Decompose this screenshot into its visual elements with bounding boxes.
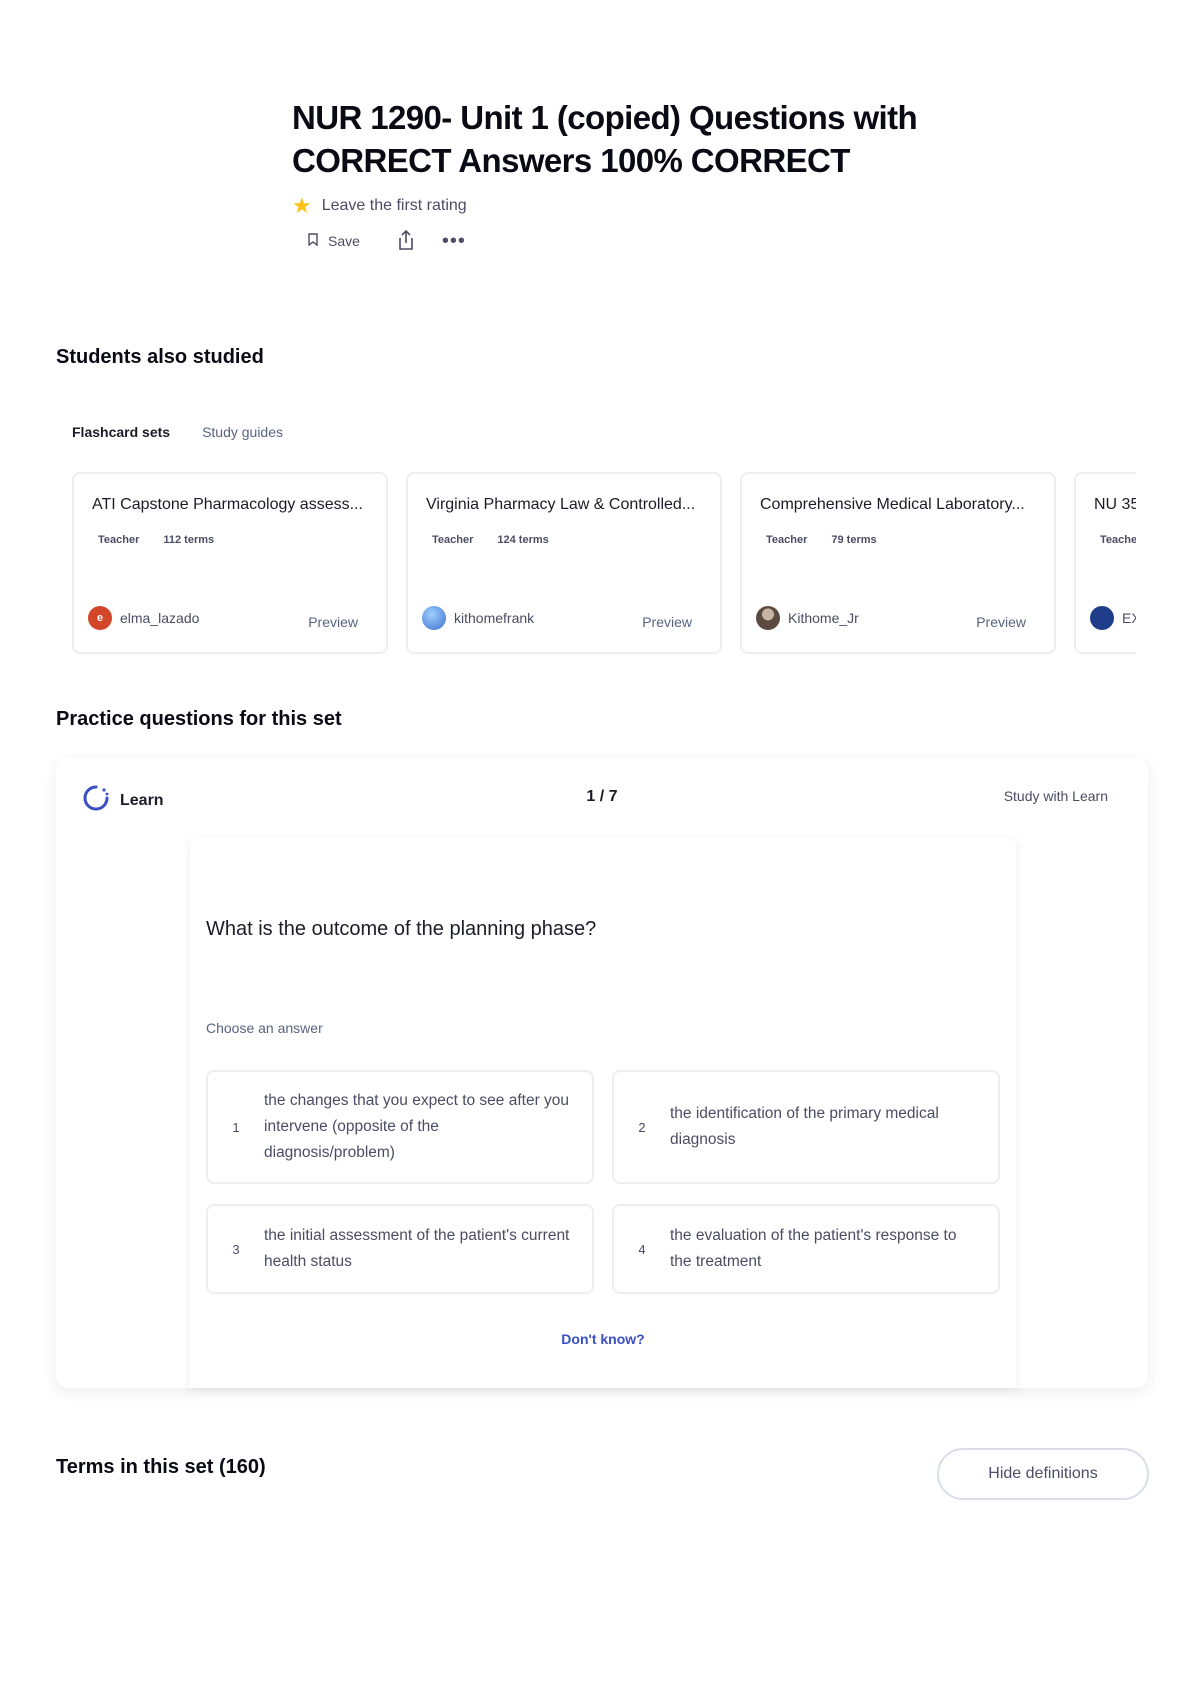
save-button[interactable]: Save	[308, 233, 360, 249]
preview-button[interactable]: Preview	[976, 614, 1026, 630]
preview-button[interactable]: Preview	[642, 614, 692, 630]
avatar	[1090, 606, 1114, 630]
card-author[interactable]: Kithome_Jr	[788, 610, 859, 626]
study-with-learn-link[interactable]: Study with Learn	[1004, 788, 1108, 804]
answer-text: the changes that you expect to see after…	[264, 1092, 570, 1161]
learn-mode-label: Learn	[82, 784, 164, 817]
card-title: Comprehensive Medical Laboratory...	[760, 496, 1025, 513]
avatar	[756, 606, 780, 630]
card-role: Teacher	[98, 534, 140, 546]
learn-label-text: Learn	[120, 791, 164, 809]
card-terms: 112 terms	[163, 534, 215, 546]
rating-row[interactable]: ★ Leave the first rating	[292, 193, 467, 218]
answer-number: 4	[638, 1241, 646, 1257]
card-terms: 79 terms	[831, 534, 877, 546]
card-title: Virginia Pharmacy Law & Controlled...	[426, 496, 696, 513]
card-role: Teacher	[766, 534, 808, 546]
answer-option-4[interactable]: 4 the evaluation of the patient's respon…	[612, 1204, 1000, 1294]
terms-heading: Terms in this set (160)	[56, 1456, 266, 1478]
answer-text: the initial assessment of the patient's …	[264, 1227, 570, 1270]
card-author[interactable]: elma_lazado	[120, 610, 199, 626]
dont-know-button[interactable]: Don't know?	[190, 1331, 1016, 1347]
card-title: NU 352	[1094, 496, 1136, 513]
bookmark-icon	[308, 233, 318, 249]
tab-study-guides[interactable]: Study guides	[202, 424, 283, 440]
related-set-card[interactable]: Virginia Pharmacy Law & Controlled... Te…	[406, 472, 722, 654]
question-text: What is the outcome of the planning phas…	[206, 918, 597, 940]
more-options-icon[interactable]: •••	[442, 231, 466, 251]
answer-option-3[interactable]: 3 the initial assessment of the patient'…	[206, 1204, 594, 1294]
card-role: Teacher	[1100, 534, 1136, 546]
question-progress: 1 / 7	[586, 788, 618, 805]
answer-text: the identification of the primary medica…	[670, 1105, 939, 1148]
related-sets-carousel[interactable]: ATI Capstone Pharmacology assess... Teac…	[72, 472, 1136, 656]
answer-number: 1	[232, 1119, 240, 1135]
set-title: NUR 1290- Unit 1 (copied) Questions with…	[292, 99, 918, 179]
share-button[interactable]	[394, 228, 418, 254]
related-set-card[interactable]: Comprehensive Medical Laboratory... Teac…	[740, 472, 1056, 654]
card-author[interactable]: kithomefrank	[454, 610, 534, 626]
choose-answer-label: Choose an answer	[206, 1020, 323, 1036]
study-tabs: Flashcard sets Study guides	[72, 424, 283, 440]
rating-text: Leave the first rating	[321, 197, 467, 214]
answer-number: 3	[232, 1241, 240, 1257]
answer-number: 2	[638, 1119, 646, 1135]
preview-button[interactable]: Preview	[308, 614, 358, 630]
hide-definitions-button[interactable]: Hide definitions	[937, 1448, 1149, 1500]
practice-questions-heading: Practice questions for this set	[56, 708, 342, 730]
answer-text: the evaluation of the patient's response…	[670, 1227, 957, 1270]
related-set-card[interactable]: ATI Capstone Pharmacology assess... Teac…	[72, 472, 388, 654]
share-icon	[397, 229, 415, 254]
card-terms: 124 terms	[497, 534, 549, 546]
answer-option-2[interactable]: 2 the identification of the primary medi…	[612, 1070, 1000, 1184]
practice-panel: Learn 1 / 7 Study with Learn What is the…	[56, 758, 1148, 1388]
star-icon: ★	[292, 193, 312, 218]
related-set-card[interactable]: NU 352 Teacher EXT	[1074, 472, 1136, 654]
students-also-studied-heading: Students also studied	[56, 346, 264, 368]
card-role: Teacher	[432, 534, 474, 546]
action-row: Save •••	[308, 228, 466, 254]
answer-option-1[interactable]: 1 the changes that you expect to see aft…	[206, 1070, 594, 1184]
tab-flashcard-sets[interactable]: Flashcard sets	[72, 424, 170, 440]
card-author[interactable]: EXT	[1122, 610, 1136, 626]
learn-icon	[82, 784, 110, 817]
avatar: e	[88, 606, 112, 630]
save-label: Save	[328, 233, 360, 249]
avatar	[422, 606, 446, 630]
question-card: What is the outcome of the planning phas…	[190, 838, 1016, 1388]
card-title: ATI Capstone Pharmacology assess...	[92, 496, 363, 513]
